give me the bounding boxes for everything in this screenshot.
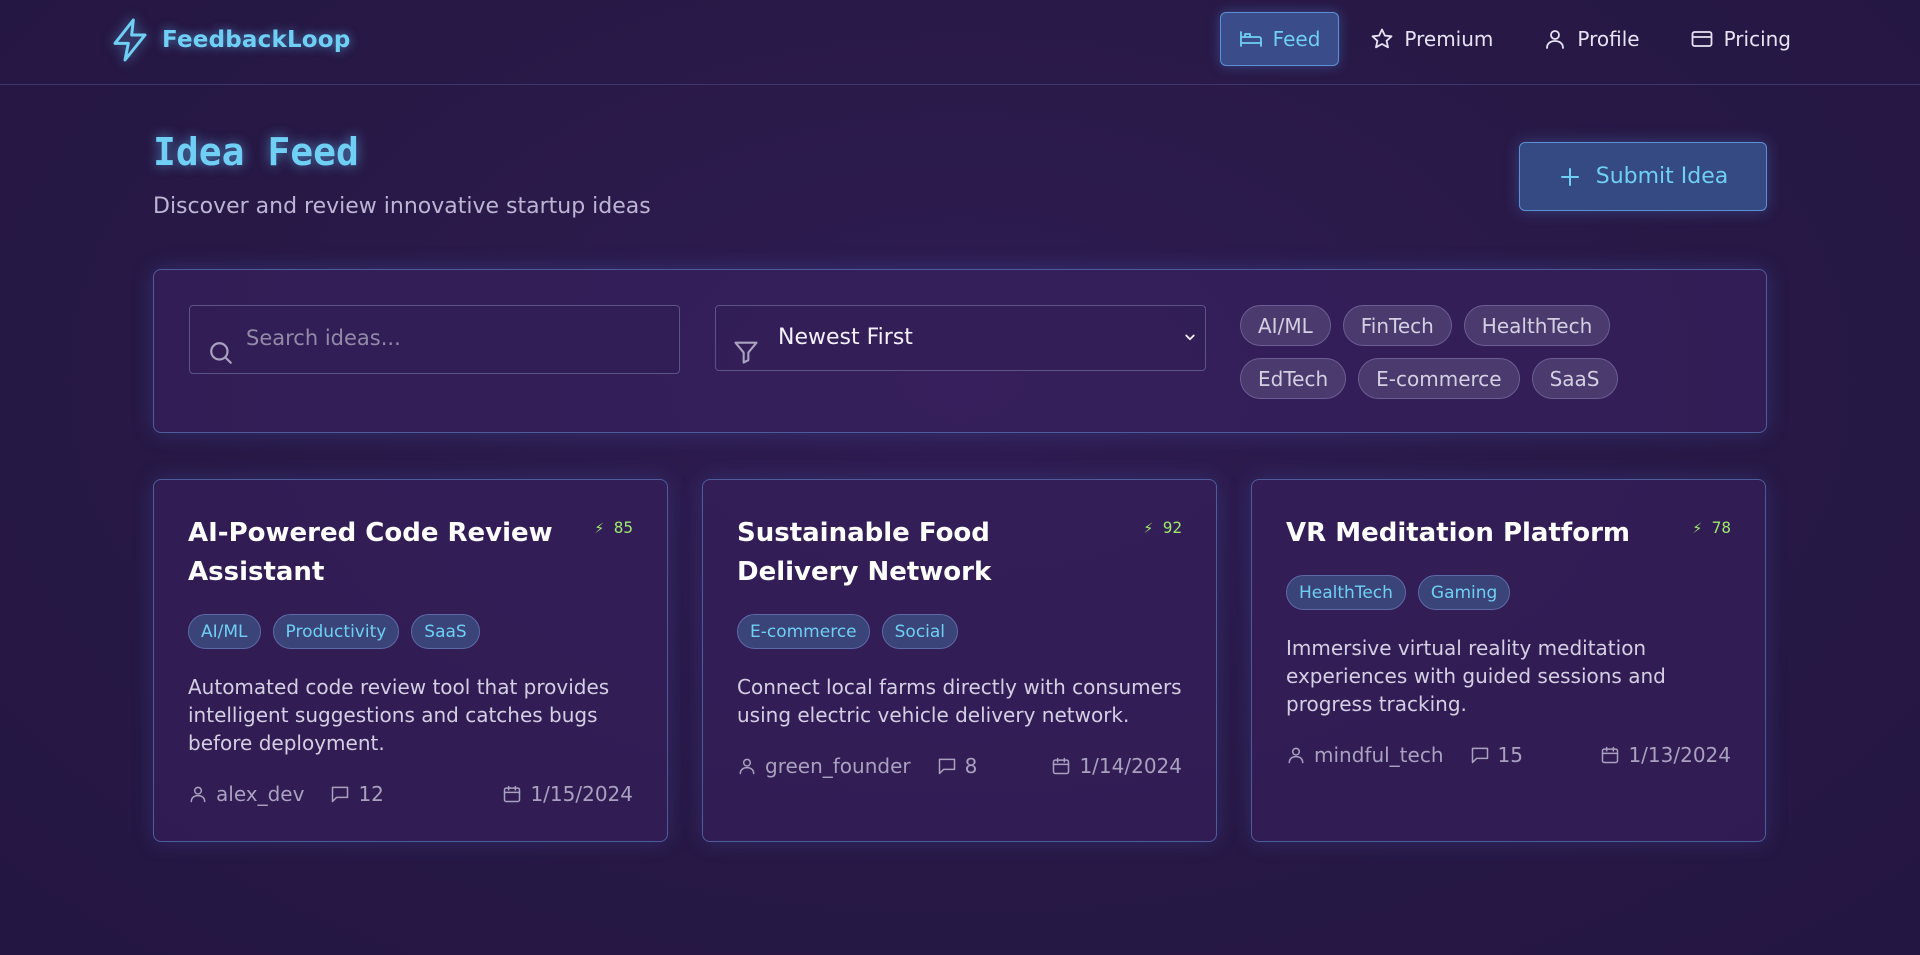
filter-panel: Search ideas... Newest First AI/ML FinTe… xyxy=(153,269,1767,433)
page-header: Idea Feed Discover and review innovative… xyxy=(153,130,651,219)
idea-tag[interactable]: SaaS xyxy=(411,614,480,649)
idea-comment-count: 12 xyxy=(358,782,384,806)
idea-author-name: mindful_tech xyxy=(1314,743,1444,767)
page-title: Idea Feed xyxy=(153,130,359,174)
nav-item-premium[interactable]: Premium xyxy=(1351,12,1512,66)
idea-date: 1/14/2024 xyxy=(1051,754,1182,778)
user-icon xyxy=(1288,747,1304,764)
filter-tag-fintech[interactable]: FinTech xyxy=(1342,305,1452,346)
plus-icon xyxy=(1560,167,1579,186)
nav-label-pricing: Pricing xyxy=(1723,27,1791,51)
nav-label-premium: Premium xyxy=(1404,27,1494,51)
idea-date-text: 1/15/2024 xyxy=(530,782,633,806)
idea-title: AI-Powered Code Review Assistant xyxy=(188,518,553,587)
idea-meta: mindful_tech 15 1/13/2024 xyxy=(1286,743,1731,767)
idea-date-text: 1/14/2024 xyxy=(1079,754,1182,778)
idea-tags: HealthTech Gaming xyxy=(1286,575,1511,610)
filter-tag-ecommerce[interactable]: E-commerce xyxy=(1358,358,1520,399)
idea-description: Automated code review tool that provides… xyxy=(188,675,610,755)
idea-date-text: 1/13/2024 xyxy=(1628,743,1731,767)
comment-icon xyxy=(938,758,955,775)
credit-card-icon xyxy=(1691,31,1712,47)
idea-tag[interactable]: Social xyxy=(881,614,959,649)
main-nav: Feed Premium Profile Pricing xyxy=(1219,12,1810,66)
idea-comment-count: 8 xyxy=(964,754,978,778)
brand-name: FeedbackLoop xyxy=(162,27,351,53)
search-icon xyxy=(210,342,232,364)
nav-item-profile[interactable]: Profile xyxy=(1524,12,1658,66)
calendar-icon xyxy=(1602,746,1619,764)
filter-tag-healthtech[interactable]: HealthTech xyxy=(1463,305,1611,346)
submit-idea-label: Submit Idea xyxy=(1595,164,1729,189)
sort-select[interactable]: Newest First xyxy=(715,305,1206,371)
page-subtitle: Discover and review innovative startup i… xyxy=(153,194,651,219)
idea-tag[interactable]: HealthTech xyxy=(1286,575,1406,610)
brand-logo[interactable]: FeedbackLoop xyxy=(110,18,350,62)
top-navbar: FeedbackLoop Feed Premium Profile Pricin… xyxy=(0,0,1920,85)
idea-tag[interactable]: E-commerce xyxy=(737,614,870,649)
nav-label-feed: Feed xyxy=(1272,27,1321,51)
bed-icon xyxy=(1239,31,1262,47)
search-placeholder: Search ideas... xyxy=(246,326,401,350)
idea-tag[interactable]: Productivity xyxy=(272,614,400,649)
idea-card[interactable]: Sustainable Food Delivery Network ⚡ 92 E… xyxy=(702,479,1217,842)
idea-author[interactable]: mindful_tech xyxy=(1286,743,1444,767)
comment-icon xyxy=(332,786,349,803)
idea-score: ⚡ 85 xyxy=(594,518,633,537)
user-icon xyxy=(739,758,755,775)
idea-author[interactable]: alex_dev xyxy=(188,782,304,806)
nav-label-profile: Profile xyxy=(1577,27,1640,51)
idea-author[interactable]: green_founder xyxy=(737,754,911,778)
calendar-icon xyxy=(504,785,521,803)
comment-icon xyxy=(1471,747,1488,764)
star-icon xyxy=(1371,28,1393,49)
idea-score: ⚡ 92 xyxy=(1143,518,1182,537)
nav-item-pricing[interactable]: Pricing xyxy=(1671,12,1810,66)
search-input[interactable]: Search ideas... xyxy=(189,305,680,374)
filter-tag-edtech[interactable]: EdTech xyxy=(1240,358,1347,399)
submit-idea-button[interactable]: Submit Idea xyxy=(1519,142,1767,211)
filter-icon xyxy=(734,341,758,364)
idea-comments[interactable]: 12 xyxy=(330,782,384,806)
idea-tags: AI/ML Productivity SaaS xyxy=(188,614,480,649)
idea-author-name: green_founder xyxy=(765,754,911,778)
idea-description: Connect local farms directly with consum… xyxy=(737,675,1182,727)
chevron-down-icon xyxy=(1185,334,1195,341)
idea-card[interactable]: AI-Powered Code Review Assistant ⚡ 85 AI… xyxy=(153,479,668,842)
user-icon xyxy=(1546,30,1565,49)
idea-card[interactable]: VR Meditation Platform ⚡ 78 HealthTech G… xyxy=(1251,479,1766,842)
idea-tag[interactable]: Gaming xyxy=(1417,575,1511,610)
idea-meta: alex_dev 12 1/15/2024 xyxy=(188,782,633,806)
nav-item-feed[interactable]: Feed xyxy=(1219,12,1340,66)
calendar-icon xyxy=(1053,757,1070,775)
idea-tag[interactable]: AI/ML xyxy=(188,614,261,649)
category-filter-tags: AI/ML FinTech HealthTech EdTech E-commer… xyxy=(1240,305,1640,399)
idea-comment-count: 15 xyxy=(1497,743,1523,767)
idea-date: 1/15/2024 xyxy=(502,782,633,806)
sort-value: Newest First xyxy=(778,325,913,350)
idea-meta: green_founder 8 1/14/2024 xyxy=(737,754,1182,778)
idea-comments[interactable]: 15 xyxy=(1470,743,1523,767)
lightning-bolt-icon xyxy=(113,18,147,62)
idea-author-name: alex_dev xyxy=(216,782,305,806)
filter-tag-saas[interactable]: SaaS xyxy=(1531,358,1618,399)
idea-description: Immersive virtual reality meditation exp… xyxy=(1286,636,1666,716)
filter-tag-ai-ml[interactable]: AI/ML xyxy=(1240,305,1331,346)
idea-title: Sustainable Food Delivery Network xyxy=(737,518,992,587)
idea-tags: E-commerce Social xyxy=(737,614,959,649)
user-icon xyxy=(190,786,206,803)
idea-score: ⚡ 78 xyxy=(1692,518,1731,537)
page: FeedbackLoop Feed Premium Profile Pricin… xyxy=(0,0,1920,955)
idea-comments[interactable]: 8 xyxy=(937,754,978,778)
idea-title: VR Meditation Platform xyxy=(1286,518,1630,548)
idea-date: 1/13/2024 xyxy=(1600,743,1731,767)
